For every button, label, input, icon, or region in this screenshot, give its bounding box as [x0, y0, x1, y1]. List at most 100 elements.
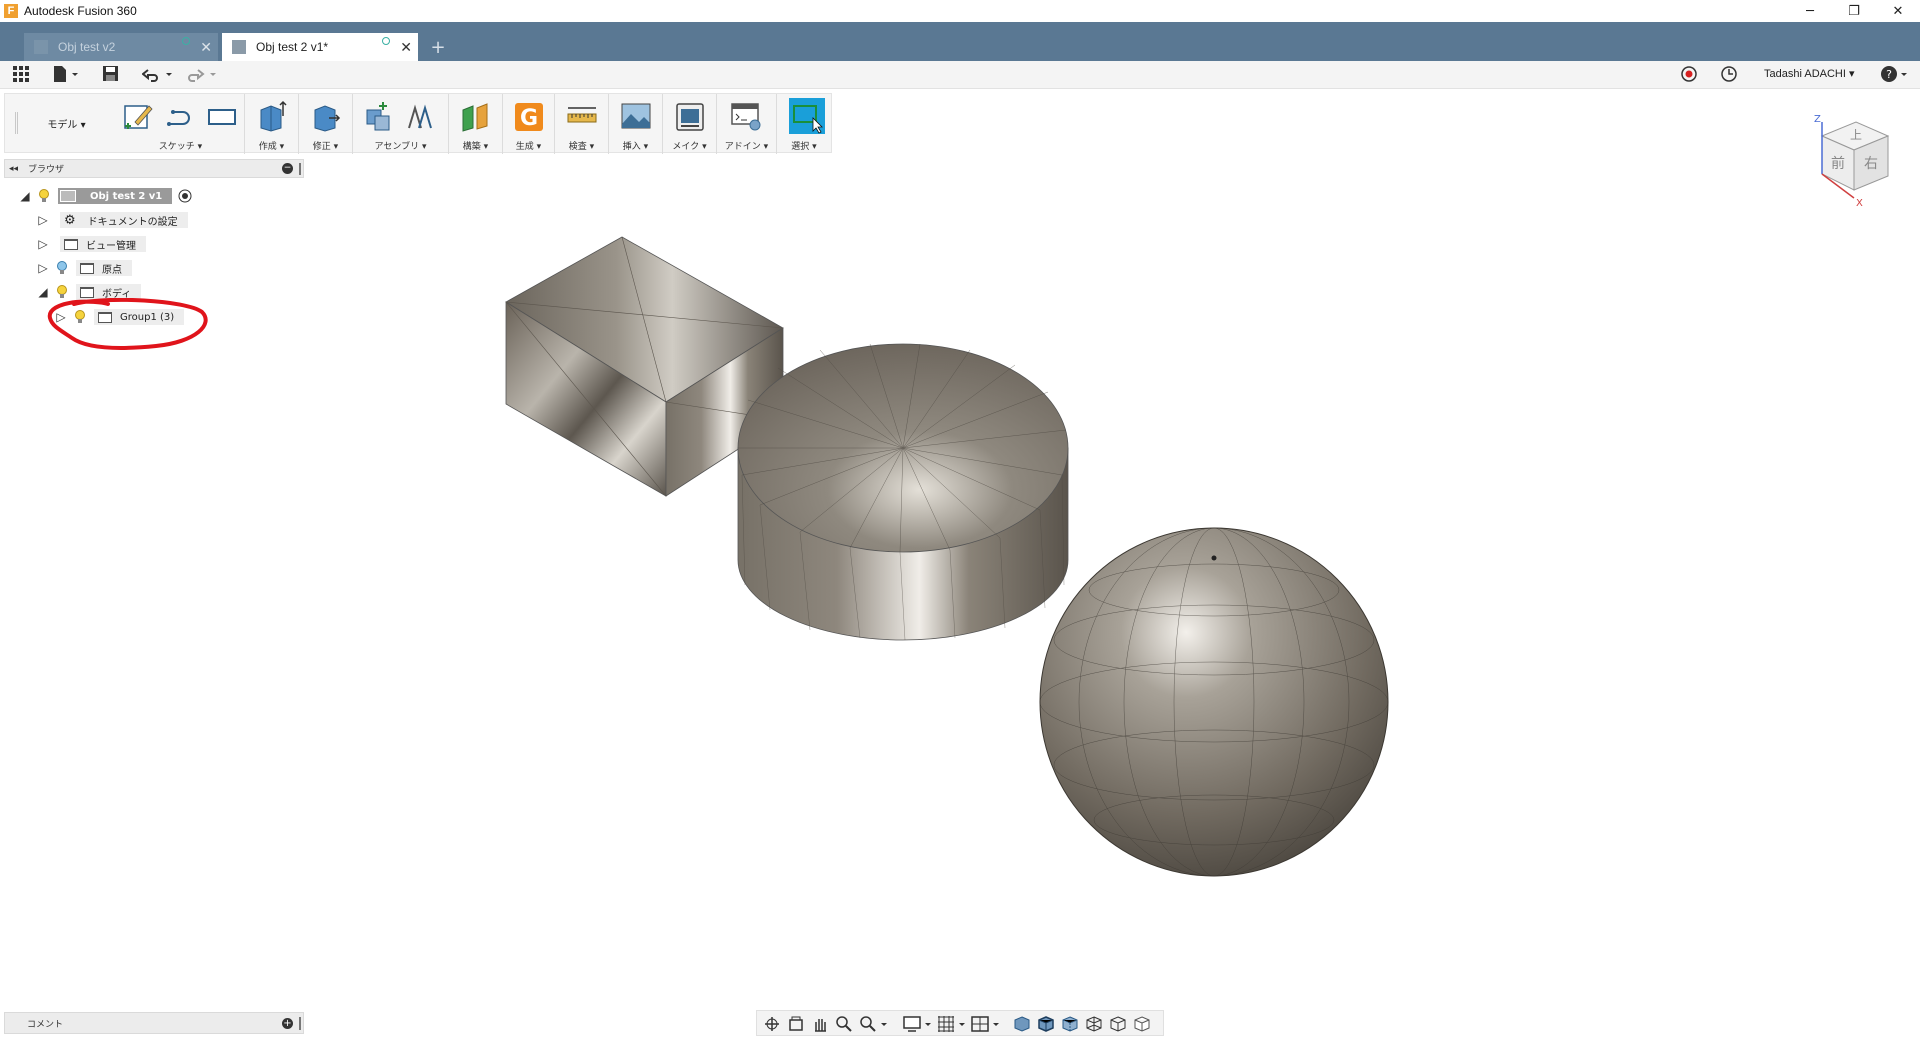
group-label-create[interactable]: 作成 ▾ [245, 139, 298, 152]
press-pull-icon[interactable] [311, 100, 341, 132]
fusion-logo-icon: F [4, 4, 18, 18]
tab-label: Obj test v2 [58, 40, 116, 54]
add-comment-icon[interactable]: + [282, 1018, 293, 1029]
sketch-group: スケッチ ▾ [117, 94, 245, 154]
title-bar: F Autodesk Fusion 360 ─ ❐ ✕ [0, 0, 1920, 22]
visibility-bulb-icon[interactable] [56, 285, 68, 299]
comment-panel: コメント + [4, 1012, 304, 1034]
wireframe-hidden-icon[interactable] [1109, 1015, 1127, 1033]
collapsed-triangle-icon[interactable]: ▷ [36, 237, 50, 251]
visibility-bulb-icon[interactable] [38, 189, 50, 203]
line-tool-icon[interactable] [165, 100, 195, 132]
browser-panel-header: ◂◂ ブラウザ − [4, 159, 304, 178]
viewcube-front-label[interactable]: 前 [1831, 155, 1845, 172]
collapse-browser-icon[interactable]: ◂◂ [9, 164, 18, 174]
group-label-construct[interactable]: 構築 ▾ [449, 139, 502, 152]
wireframe-visible-icon[interactable] [1133, 1015, 1151, 1033]
group-label-generate[interactable]: 生成 ▾ [503, 139, 554, 152]
new-component-icon[interactable] [363, 100, 393, 132]
panel-pin-icon[interactable] [299, 1017, 301, 1030]
help-dropdown-icon[interactable] [1900, 65, 1910, 85]
display-settings-icon[interactable] [903, 1015, 933, 1033]
origin-node[interactable]: 原点 [76, 260, 132, 276]
hidden-bulb-icon[interactable] [56, 261, 68, 275]
group-label-addins[interactable]: アドイン ▾ [717, 139, 776, 152]
minimize-button[interactable]: ─ [1788, 0, 1832, 22]
group-label-make[interactable]: メイク ▾ [663, 139, 716, 152]
expanded-triangle-icon[interactable]: ◢ [18, 189, 32, 203]
user-account-menu[interactable]: Tadashi ADACHI ▾ [1764, 67, 1855, 80]
collapsed-triangle-icon[interactable]: ▷ [36, 213, 50, 227]
group-label-modify[interactable]: 修正 ▾ [299, 139, 352, 152]
job-status-icon[interactable] [1680, 65, 1698, 85]
select-group: 選択 ▾ [777, 94, 831, 154]
document-settings-node[interactable]: ⚙ ドキュメントの設定 [60, 212, 188, 228]
minimize-panel-icon[interactable]: − [282, 163, 293, 174]
file-menu-icon[interactable] [52, 65, 82, 85]
look-at-icon[interactable] [787, 1015, 805, 1033]
tab-close-icon[interactable]: ✕ [400, 39, 412, 56]
group-label-sketch[interactable]: スケッチ ▾ [117, 139, 244, 152]
group-label-inspect[interactable]: 検査 ▾ [555, 139, 608, 152]
3d-print-icon[interactable] [675, 100, 705, 132]
data-panel-grid-icon[interactable] [12, 65, 30, 85]
pan-hand-icon[interactable] [811, 1015, 829, 1033]
folder-icon [80, 262, 94, 274]
help-icon[interactable]: ? [1880, 65, 1898, 85]
panel-pin-icon[interactable] [299, 163, 301, 175]
history-clock-icon[interactable] [1720, 65, 1738, 85]
named-views-node[interactable]: ビュー管理 [60, 236, 146, 252]
folder-icon [64, 238, 78, 250]
zoom-window-icon[interactable] [859, 1015, 889, 1033]
svg-text:?: ? [1886, 68, 1892, 81]
viewports-icon[interactable] [971, 1015, 1001, 1033]
red-circle-annotation [47, 298, 208, 350]
save-icon[interactable] [102, 65, 120, 85]
insert-canvas-icon[interactable] [621, 100, 651, 132]
joint-icon[interactable] [405, 100, 435, 132]
viewcube-top-label[interactable]: 上 [1850, 128, 1862, 142]
3d-viewport-canvas[interactable]: 上 前 右 Z X [0, 114, 1920, 1003]
zoom-icon[interactable] [835, 1015, 853, 1033]
quick-access-bar: Tadashi ADACHI ▾ ? [0, 61, 1920, 89]
tab-obj-test-2-v1[interactable]: Obj test 2 v1* ✕ [222, 33, 418, 61]
generative-design-icon[interactable]: G [514, 100, 544, 132]
expanded-triangle-icon[interactable]: ◢ [36, 285, 50, 299]
collapsed-triangle-icon[interactable]: ▷ [36, 261, 50, 275]
group-label-select[interactable]: 選択 ▾ [777, 139, 831, 152]
viewcube[interactable]: 上 前 右 Z X [1810, 108, 1900, 208]
new-tab-button[interactable]: + [424, 33, 452, 61]
tree-row-root[interactable]: ◢ Obj test 2 v1 [18, 186, 192, 206]
tree-row-origin[interactable]: ▷ 原点 [36, 258, 132, 278]
grid-settings-icon[interactable] [937, 1015, 967, 1033]
create-sketch-icon[interactable] [123, 100, 153, 132]
offset-plane-icon[interactable] [461, 100, 491, 132]
restore-button[interactable]: ❐ [1832, 0, 1876, 22]
activate-component-icon[interactable] [178, 189, 192, 203]
wireframe-icon[interactable] [1085, 1015, 1103, 1033]
shaded-cube-icon[interactable] [1013, 1015, 1031, 1033]
measure-icon[interactable] [567, 100, 597, 132]
extrude-icon[interactable] [257, 100, 287, 132]
root-component-node[interactable]: Obj test 2 v1 [58, 188, 173, 204]
select-tool-icon[interactable] [789, 98, 825, 134]
group-label-assemble[interactable]: アセンブリ ▾ [353, 139, 448, 152]
shaded-edges-cube-icon[interactable] [1037, 1015, 1055, 1033]
tab-close-icon[interactable]: ✕ [200, 39, 212, 56]
tab-obj-test-v2[interactable]: Obj test v2 ✕ [24, 33, 218, 61]
sphere-body[interactable] [1039, 527, 1389, 877]
cylinder-body[interactable] [737, 343, 1069, 641]
navigation-bar [756, 1010, 1164, 1036]
scripts-addins-icon[interactable] [731, 100, 761, 132]
workspace-switcher[interactable]: モデル ▾ [15, 112, 115, 134]
tree-row-document-settings[interactable]: ▷ ⚙ ドキュメントの設定 [36, 210, 188, 230]
rectangle-tool-icon[interactable] [207, 100, 237, 132]
orbit-icon[interactable] [763, 1015, 781, 1033]
close-window-button[interactable]: ✕ [1876, 0, 1920, 22]
undo-icon[interactable] [142, 65, 176, 85]
shaded-hidden-edges-icon[interactable] [1061, 1015, 1079, 1033]
tree-row-named-views[interactable]: ▷ ビュー管理 [36, 234, 146, 254]
viewcube-right-label[interactable]: 右 [1864, 156, 1878, 172]
redo-icon[interactable] [186, 65, 220, 85]
group-label-insert[interactable]: 挿入 ▾ [609, 139, 662, 152]
